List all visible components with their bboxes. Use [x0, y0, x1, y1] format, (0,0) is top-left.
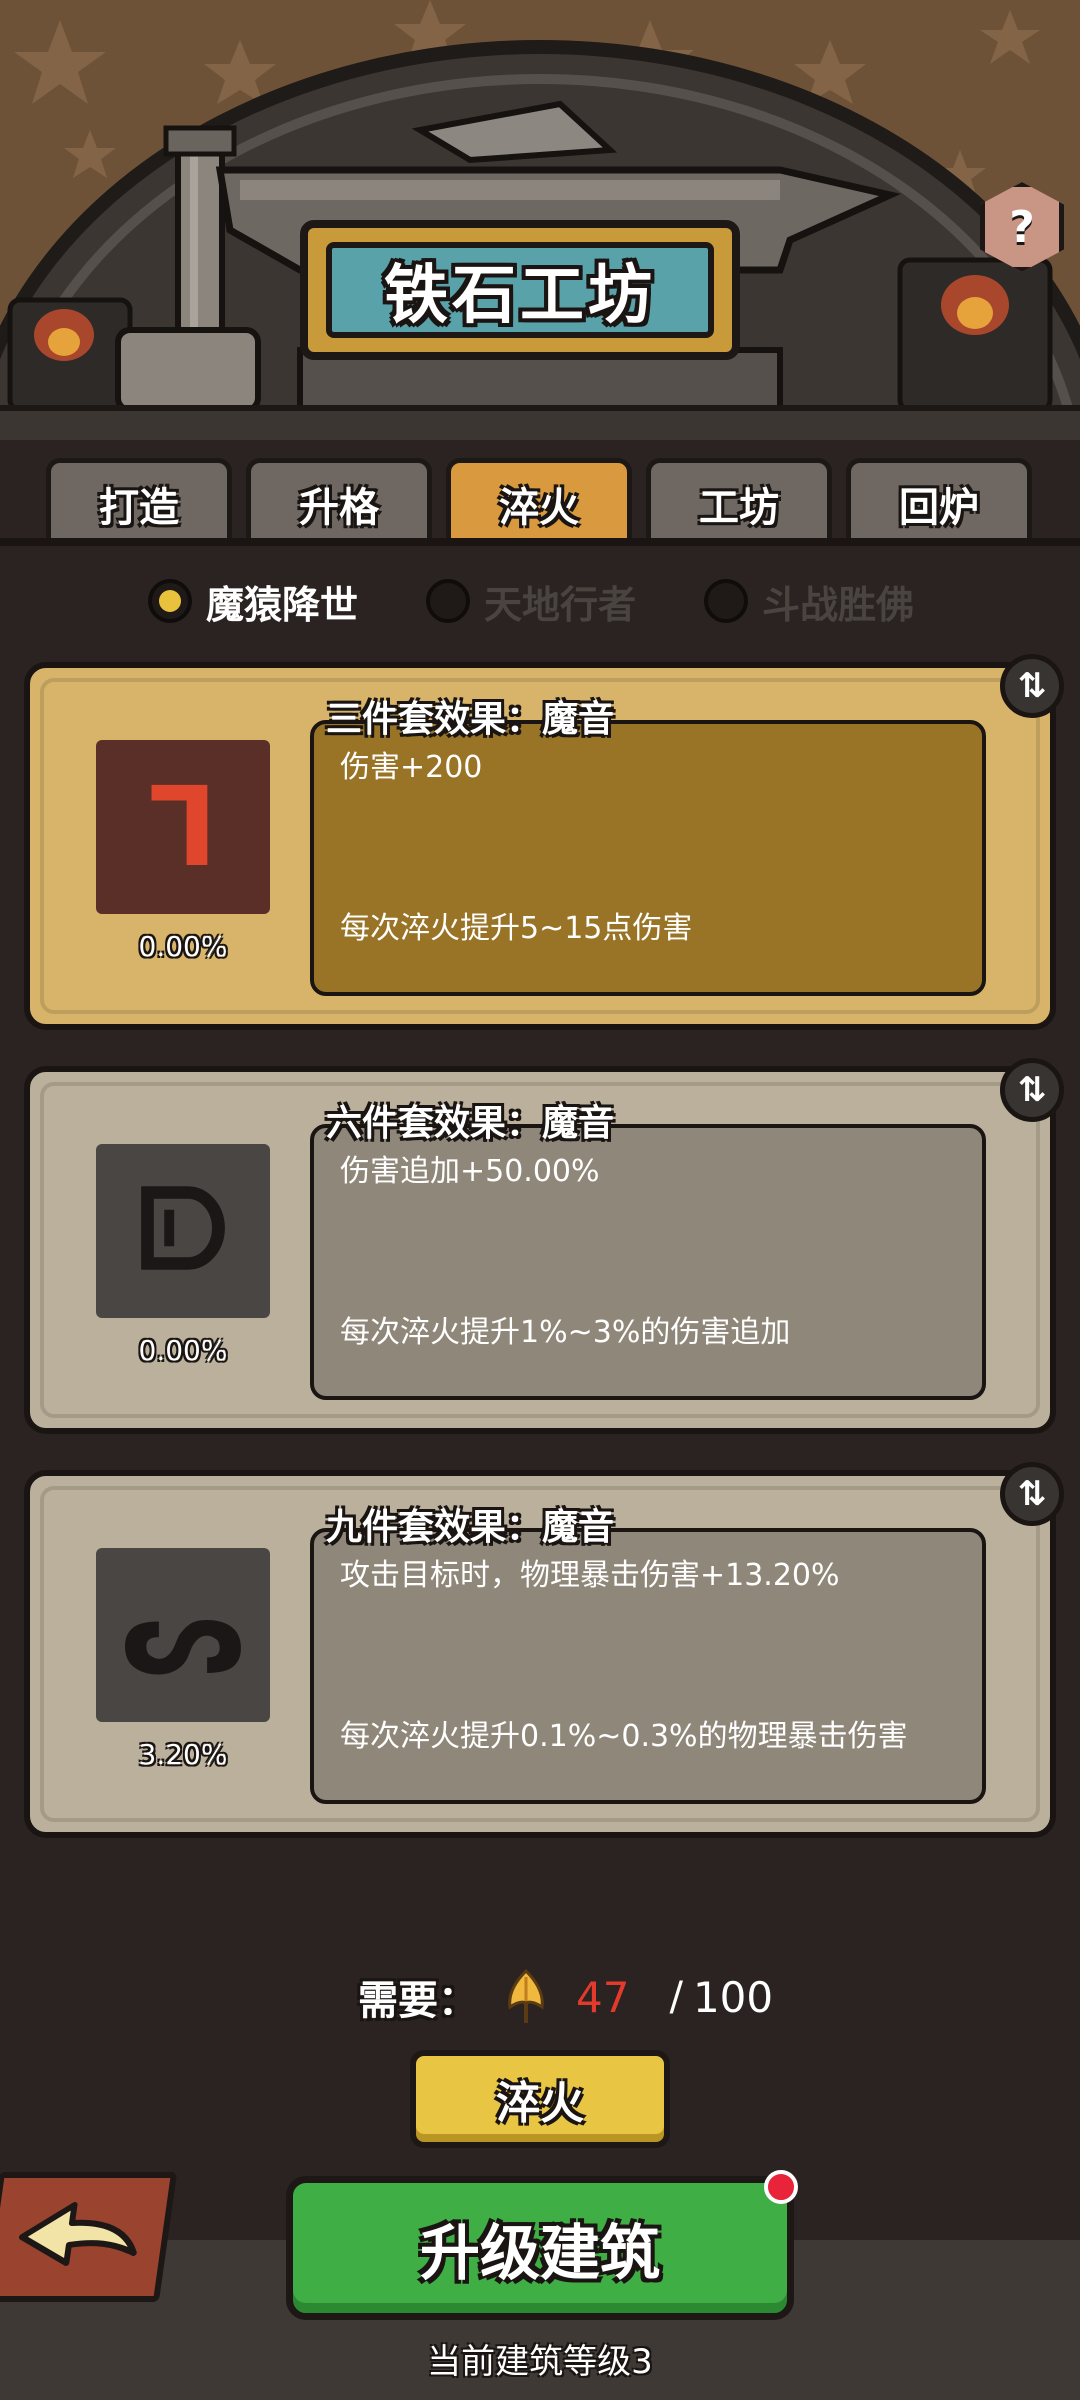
rune-dark-icon: ᔕ — [96, 1548, 270, 1722]
upgrade-building-button[interactable]: 升级建筑 — [286, 2176, 794, 2320]
rune-red-icon: ᒣ — [96, 740, 270, 914]
radio-selected-icon — [148, 579, 192, 623]
tab-quench[interactable]: 淬火 — [446, 458, 632, 544]
set-option-world-walker[interactable]: 天地行者 — [426, 570, 636, 632]
effect-main-value: 伤害追加+50.00% — [340, 1154, 600, 1189]
effect-card-nine-piece: ᔕ 3.20% 攻击目标时，物理暴击伤害+13.20% 每次淬火提升0.1%~0… — [24, 1462, 1064, 1838]
effect-growth-text: 每次淬火提升1%~3%的伤害追加 — [340, 1315, 791, 1350]
tab-workshop[interactable]: 工坊 — [646, 458, 832, 544]
effect-card-three-piece: ᒣ 0.00% 伤害+200 每次淬火提升5~15点伤害 三件套效果：魔音 ⇅ — [24, 654, 1064, 1030]
workshop-header: 铁石工坊 ? — [0, 0, 1080, 440]
effect-growth-text: 每次淬火提升5~15点伤害 — [340, 911, 693, 946]
quench-button[interactable]: 淬火 — [410, 2050, 670, 2148]
golden-leaf-icon — [508, 1968, 544, 2023]
effect-main-value: 伤害+200 — [340, 750, 483, 785]
effect-main-value: 攻击目标时，物理暴击伤害+13.20% — [340, 1558, 840, 1593]
set-option-victorious-buddha[interactable]: 斗战胜佛 — [704, 570, 914, 632]
effect-card-six-piece: ᗟ 0.00% 伤害追加+50.00% 每次淬火提升1%~3%的伤害追加 六件套… — [24, 1058, 1064, 1434]
swap-icon[interactable]: ⇅ — [1000, 654, 1064, 718]
set-option-label: 魔猿降世 — [206, 582, 359, 627]
back-arrow-icon — [18, 2202, 137, 2266]
title-plaque: 铁石工坊 — [300, 220, 740, 360]
cost-label: 需要： — [358, 1978, 478, 2024]
building-level-text: 当前建筑等级3 — [427, 2342, 653, 2382]
effect-description-box: 伤害+200 每次淬火提升5~15点伤害 — [310, 720, 986, 996]
effect-title: 六件套效果：魔音 — [326, 1103, 615, 1144]
tab-divider — [0, 538, 1080, 546]
right-furnace-icon — [897, 257, 1053, 413]
radio-unselected-icon — [426, 579, 470, 623]
swap-icon[interactable]: ⇅ — [1000, 1058, 1064, 1122]
cost-owned-amount: 47 — [576, 1972, 630, 2022]
effect-description-box: 伤害追加+50.00% 每次淬火提升1%~3%的伤害追加 — [310, 1124, 986, 1400]
cost-required-amount: 100 — [692, 1972, 774, 2022]
effect-description-box: 攻击目标时，物理暴击伤害+13.20% 每次淬火提升0.1%~0.3%的物理暴击… — [310, 1528, 986, 1804]
effect-title: 三件套效果：魔音 — [326, 699, 615, 740]
set-option-label: 斗战胜佛 — [762, 582, 915, 627]
swap-icon[interactable]: ⇅ — [1000, 1462, 1064, 1526]
set-option-monkey-descends[interactable]: 魔猿降世 — [148, 570, 358, 632]
effect-progress-percent: 3.20% — [138, 1738, 228, 1771]
back-button[interactable] — [0, 2172, 178, 2302]
effect-title: 九件套效果：魔音 — [326, 1507, 615, 1548]
tab-forge[interactable]: 打造 — [46, 458, 232, 544]
quench-cost: 需要： 47 / 100 — [358, 1962, 773, 2032]
left-furnace-icon — [7, 297, 133, 413]
notification-dot-icon — [764, 2170, 798, 2204]
rune-dark-icon: ᗟ — [96, 1144, 270, 1318]
effect-progress-percent: 0.00% — [138, 930, 228, 963]
tab-smelt[interactable]: 回炉 — [846, 458, 1032, 544]
effect-progress-percent: 0.00% — [138, 1334, 228, 1367]
set-option-label: 天地行者 — [484, 582, 637, 627]
cost-separator: / — [669, 1974, 683, 2020]
radio-unselected-icon — [704, 579, 748, 623]
tab-upgrade[interactable]: 升格 — [246, 458, 432, 544]
effect-growth-text: 每次淬火提升0.1%~0.3%的物理暴击伤害 — [340, 1719, 908, 1754]
page-title: 铁石工坊 — [384, 259, 656, 333]
header-floor — [0, 405, 1080, 440]
